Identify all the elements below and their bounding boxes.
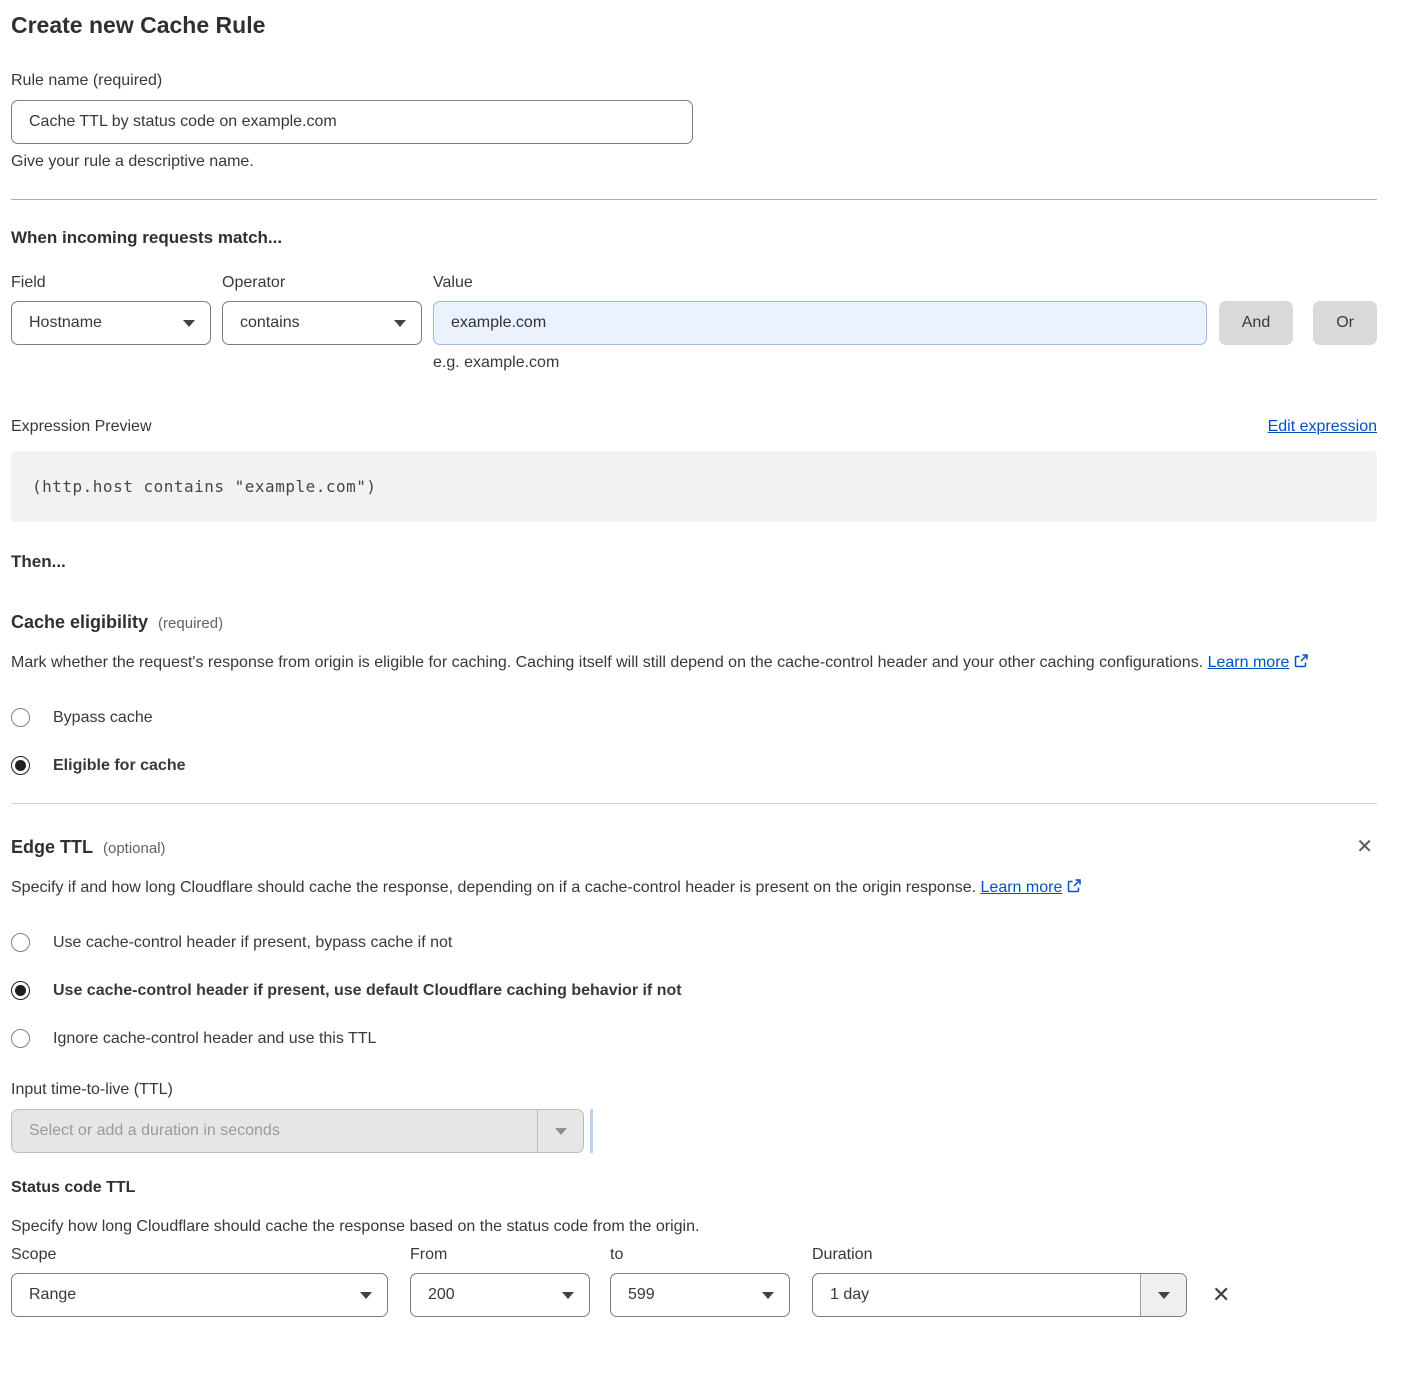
operator-select-value: contains	[240, 314, 300, 332]
radio-label: Use cache-control header if present, use…	[53, 982, 682, 1000]
radio-label: Eligible for cache	[53, 757, 185, 775]
page-title: Create new Cache Rule	[11, 12, 1377, 39]
focus-indicator-bar	[590, 1109, 593, 1153]
cache-eligibility-required-tag: (required)	[158, 615, 223, 632]
match-heading: When incoming requests match...	[11, 228, 1377, 248]
rule-name-input[interactable]	[11, 100, 693, 144]
radio-use-header-default[interactable]: Use cache-control header if present, use…	[11, 981, 1377, 1000]
section-divider	[11, 803, 1377, 804]
status-code-ttl-row: Scope Range From 200 to 599 Duration 1 d…	[11, 1246, 1377, 1317]
to-select-value: 599	[628, 1286, 655, 1304]
learn-more-link[interactable]: Learn more	[1208, 654, 1290, 671]
radio-circle	[11, 933, 30, 952]
edge-ttl-description: Specify if and how long Cloudflare shoul…	[11, 874, 1116, 904]
expression-row: Expression Preview Edit expression	[11, 418, 1377, 436]
value-label: Value	[433, 274, 1207, 292]
scope-label: Scope	[11, 1246, 388, 1264]
ttl-select-dropdown-button[interactable]	[537, 1110, 583, 1152]
chevron-down-icon	[562, 1292, 574, 1299]
chevron-down-icon	[183, 320, 195, 327]
close-edge-ttl-icon[interactable]: ✕	[1352, 837, 1377, 857]
section-divider	[11, 199, 1377, 200]
radio-circle-checked	[11, 981, 30, 1000]
from-select[interactable]: 200	[410, 1273, 590, 1317]
radio-label: Bypass cache	[53, 709, 153, 727]
to-select[interactable]: 599	[610, 1273, 790, 1317]
cache-eligibility-description: Mark whether the request's response from…	[11, 649, 1356, 679]
status-code-ttl-heading: Status code TTL	[11, 1179, 1377, 1197]
duration-label: Duration	[812, 1246, 1187, 1264]
ttl-input-label: Input time-to-live (TTL)	[11, 1081, 1377, 1099]
radio-ignore-header[interactable]: Ignore cache-control header and use this…	[11, 1029, 1377, 1048]
radio-eligible-for-cache[interactable]: Eligible for cache	[11, 756, 1377, 775]
radio-use-header-bypass[interactable]: Use cache-control header if present, byp…	[11, 933, 1377, 952]
chevron-down-icon	[1158, 1292, 1170, 1299]
external-link-icon	[1293, 656, 1309, 673]
radio-circle	[11, 708, 30, 727]
scope-select[interactable]: Range	[11, 1273, 388, 1317]
value-input[interactable]	[433, 301, 1207, 345]
chevron-down-icon	[360, 1292, 372, 1299]
expression-preview-label: Expression Preview	[11, 418, 152, 436]
edge-ttl-optional-tag: (optional)	[103, 840, 166, 857]
ttl-input-row: Select or add a duration in seconds	[11, 1109, 1377, 1153]
edge-ttl-title: Edge TTL	[11, 837, 93, 858]
rule-name-label: Rule name (required)	[11, 72, 1377, 90]
expression-code-block: (http.host contains "example.com")	[11, 451, 1377, 522]
operator-select[interactable]: contains	[222, 301, 422, 345]
and-button[interactable]: And	[1219, 301, 1293, 345]
radio-circle-checked	[11, 756, 30, 775]
or-button[interactable]: Or	[1313, 301, 1377, 345]
create-cache-rule-form: Create new Cache Rule Rule name (require…	[11, 0, 1377, 1343]
ttl-duration-select[interactable]: Select or add a duration in seconds	[11, 1109, 584, 1153]
then-heading: Then...	[11, 552, 1377, 572]
remove-status-ttl-icon[interactable]: ✕	[1208, 1284, 1234, 1306]
learn-more-link[interactable]: Learn more	[981, 879, 1063, 896]
operator-label: Operator	[222, 274, 422, 292]
radio-bypass-cache[interactable]: Bypass cache	[11, 708, 1377, 727]
chevron-down-icon	[394, 320, 406, 327]
cache-eligibility-header: Cache eligibility (required)	[11, 612, 1377, 633]
to-label: to	[610, 1246, 790, 1264]
field-select-value: Hostname	[29, 314, 102, 332]
match-row: Field Hostname Operator contains Value A…	[11, 274, 1377, 345]
external-link-icon	[1066, 881, 1082, 898]
from-select-value: 200	[428, 1286, 455, 1304]
radio-label: Ignore cache-control header and use this…	[53, 1030, 376, 1048]
chevron-down-icon	[555, 1128, 567, 1135]
from-label: From	[410, 1246, 590, 1264]
expression-code: (http.host contains "example.com")	[32, 477, 377, 496]
edit-expression-link[interactable]: Edit expression	[1268, 418, 1377, 436]
edge-ttl-header: Edge TTL (optional) ✕	[11, 837, 1377, 858]
field-label: Field	[11, 274, 211, 292]
chevron-down-icon	[762, 1292, 774, 1299]
duration-select[interactable]: 1 day	[812, 1273, 1187, 1317]
value-hint: e.g. example.com	[433, 354, 1377, 372]
scope-select-value: Range	[29, 1286, 76, 1304]
duration-select-value: 1 day	[813, 1274, 1140, 1316]
status-code-ttl-description: Specify how long Cloudflare should cache…	[11, 1218, 1377, 1236]
cache-eligibility-title: Cache eligibility	[11, 612, 148, 633]
radio-circle	[11, 1029, 30, 1048]
radio-label: Use cache-control header if present, byp…	[53, 934, 452, 952]
ttl-select-placeholder: Select or add a duration in seconds	[12, 1110, 537, 1152]
field-select[interactable]: Hostname	[11, 301, 211, 345]
rule-name-hint: Give your rule a descriptive name.	[11, 153, 1377, 171]
duration-dropdown-button[interactable]	[1140, 1274, 1186, 1316]
